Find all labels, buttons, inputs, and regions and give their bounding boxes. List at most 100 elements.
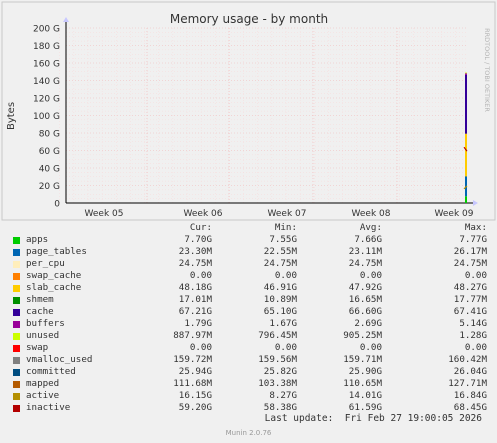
legend-max: 0.00: [464, 342, 487, 353]
legend-max: 67.41G: [453, 306, 487, 317]
legend-cur: 24.75M: [178, 258, 212, 269]
legend-name: cache: [26, 306, 54, 317]
y-tick-label: 60 G: [39, 147, 60, 157]
legend-max: 1.28G: [459, 330, 487, 341]
legend-cur: 0.00: [189, 342, 212, 353]
legend-max: 7.77G: [459, 234, 487, 245]
legend-max: 160.42M: [448, 354, 487, 365]
series-apps: [465, 196, 467, 203]
legend-swatch: [13, 405, 20, 412]
legend-min: 46.91G: [263, 282, 297, 293]
legend-swatch: [13, 333, 20, 340]
legend-cur: 23.30M: [178, 246, 212, 257]
legend-header: Cur: Min: Avg: Max:: [12, 222, 488, 234]
y-tick-label: 140 G: [33, 77, 60, 87]
legend-header-max: Max:: [464, 222, 487, 233]
legend-row: shmem 17.01M 10.89M 16.65M 17.77M: [12, 294, 488, 306]
x-tick-label: Week 08: [352, 209, 391, 219]
legend-max: 17.77M: [453, 294, 487, 305]
y-axis-label: Bytes: [6, 102, 17, 130]
legend-min: 7.55G: [269, 234, 297, 245]
legend-min: 0.00: [274, 342, 297, 353]
legend-row: swap 0.00 0.00 0.00 0.00: [12, 342, 488, 354]
y-tick-label: 100 G: [33, 112, 60, 122]
legend-avg: 66.60G: [348, 306, 382, 317]
legend-min: 103.38M: [258, 378, 297, 389]
legend-avg: 2.69G: [354, 318, 382, 329]
legend-swatch: [13, 261, 20, 268]
y-tick-label: 40 G: [39, 165, 60, 175]
legend-name: slab_cache: [26, 282, 82, 293]
legend-name: per_cpu: [26, 258, 65, 269]
legend-header-cur: Cur:: [189, 222, 212, 233]
legend-name: page_tables: [26, 246, 87, 257]
legend-row: vmalloc_used 159.72M 159.56M 159.71M 160.42M: [12, 354, 488, 366]
legend-avg: 0.00: [359, 342, 382, 353]
legend-cur: 25.94G: [178, 366, 212, 377]
legend-swatch: [13, 345, 20, 352]
x-tick-label: Week 09: [435, 209, 474, 219]
legend-row: buffers 1.79G 1.67G 2.69G 5.14G: [12, 318, 488, 330]
legend-min: 65.10G: [263, 306, 297, 317]
x-tick-label: Week 05: [85, 209, 124, 219]
legend-row: slab_cache 48.18G 46.91G 47.92G 48.27G: [12, 282, 488, 294]
legend-min: 10.89M: [263, 294, 297, 305]
legend-avg: 25.90G: [348, 366, 382, 377]
legend-name: unused: [26, 330, 60, 341]
legend-row: page_tables 23.30M 22.55M 23.11M 26.17M: [12, 246, 488, 258]
legend-swatch: [13, 249, 20, 256]
y-tick-label: 20 G: [39, 182, 60, 192]
legend-row: active 16.15G 8.27G 14.01G 16.84G: [12, 390, 488, 402]
legend-cur: 48.18G: [178, 282, 212, 293]
legend-avg: 0.00: [359, 270, 382, 281]
legend-row: committed 25.94G 25.82G 25.90G 26.04G: [12, 366, 488, 378]
series-cache: [465, 74, 467, 134]
legend-cur: 17.01M: [178, 294, 212, 305]
legend-row: mapped 111.68M 103.38M 110.65M 127.71M: [12, 378, 488, 390]
legend-header-avg: Avg:: [359, 222, 382, 233]
chart-title: Memory usage - by month: [170, 12, 328, 26]
legend-cur: 159.72M: [173, 354, 212, 365]
y-tick-label: 180 G: [33, 42, 60, 52]
munin-graph: Memory usage - by month Bytes RRDTOOL / …: [0, 0, 497, 443]
legend-cur: 0.00: [189, 270, 212, 281]
y-tick-label: 0: [54, 200, 60, 210]
y-tick-label: 200 G: [33, 25, 60, 35]
legend-avg: 7.66G: [354, 234, 382, 245]
legend-cur: 887.97M: [173, 330, 212, 341]
series-buffers: [465, 73, 467, 75]
legend-cur: 67.21G: [178, 306, 212, 317]
legend-cur: 16.15G: [178, 390, 212, 401]
legend-rows: apps 7.70G 7.55G 7.66G 7.77G page_tables 23.30…: [12, 234, 488, 414]
legend-max: 48.27G: [453, 282, 487, 293]
legend-min: 22.55M: [263, 246, 297, 257]
legend-swatch: [13, 321, 20, 328]
legend-swatch: [13, 237, 20, 244]
legend-avg: 24.75M: [348, 258, 382, 269]
legend-name: swap_cache: [26, 270, 82, 281]
legend-min: 1.67G: [269, 318, 297, 329]
rrdtool-side-label: RRDTOOL / TOBI OETIKER: [483, 28, 491, 112]
x-tick-label: Week 06: [184, 209, 223, 219]
legend-avg: 23.11M: [348, 246, 382, 257]
legend-swatch: [13, 273, 20, 280]
legend-name: vmalloc_used: [26, 354, 93, 365]
legend-min: 159.56M: [258, 354, 297, 365]
legend-name: active: [26, 390, 60, 401]
legend-max: 26.17M: [453, 246, 487, 257]
legend-avg: 16.65M: [348, 294, 382, 305]
y-tick-label: 80 G: [39, 130, 60, 140]
legend-row: apps 7.70G 7.55G 7.66G 7.77G: [12, 234, 488, 246]
legend-swatch: [13, 357, 20, 364]
legend-max: 127.71M: [448, 378, 487, 389]
legend-row: cache 67.21G 65.10G 66.60G 67.41G: [12, 306, 488, 318]
legend-avg: 110.65M: [343, 378, 382, 389]
legend-min: 796.45M: [258, 330, 297, 341]
legend: Cur: Min: Avg: Max: apps 7.70G 7.55G 7.66G 7…: [12, 222, 488, 414]
legend-cur: 111.68M: [173, 378, 212, 389]
legend-row: unused 887.97M 796.45M 905.25M 1.28G: [12, 330, 488, 342]
legend-min: 8.27G: [269, 390, 297, 401]
legend-swatch: [13, 393, 20, 400]
legend-min: 24.75M: [263, 258, 297, 269]
legend-name: buffers: [26, 318, 65, 329]
